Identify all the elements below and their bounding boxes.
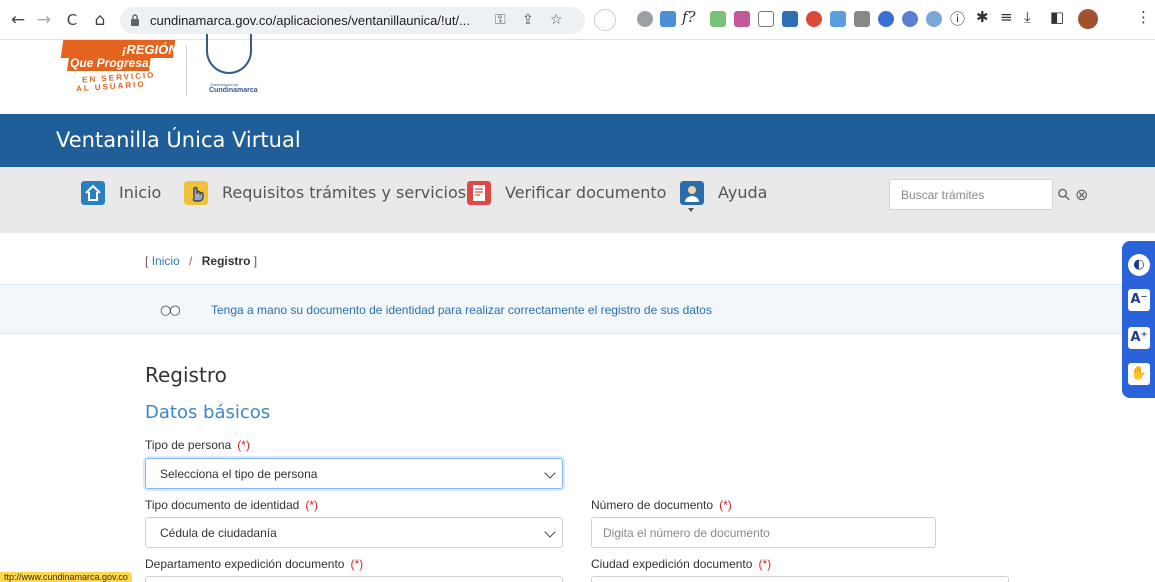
gobernacion-logo: Gobernación de Cundinamarca (198, 34, 260, 100)
back-arrow-icon[interactable]: ← (8, 10, 28, 30)
help-person-icon (680, 181, 704, 205)
tipo-documento-label: Tipo documento de identidad (*) (145, 498, 318, 512)
reading-list-icon[interactable]: ≡ (1000, 8, 1013, 26)
logo-divider (186, 46, 187, 96)
tipo-persona-select[interactable]: Selecciona el tipo de persona (145, 458, 563, 489)
settings-extension-icon[interactable] (637, 11, 653, 27)
sign-language-icon[interactable]: ✋ (1128, 363, 1150, 385)
info-message: Tenga a mano su documento de identidad p… (211, 303, 712, 317)
money-extension-icon[interactable] (806, 11, 822, 27)
departamento-label: Departamento expedición documento (*) (145, 557, 363, 571)
av-extension-icon[interactable] (902, 11, 918, 27)
hand-pointer-icon (184, 181, 208, 205)
field-label-text: Ciudad expedición documento (591, 557, 753, 571)
breadcrumb: [ Inicio / Registro ] (145, 254, 257, 268)
app-header: Ventanilla Única Virtual (0, 114, 1155, 167)
section-title: Datos básicos (145, 402, 271, 423)
info-banner: ○○ Tenga a mano su documento de identida… (0, 284, 1155, 334)
breadcrumb-separator: / (189, 254, 193, 268)
address-bar[interactable]: cundinamarca.gov.co/aplicaciones/ventani… (120, 7, 585, 34)
field-label-text: Tipo documento de identidad (145, 498, 300, 512)
pen-extension-icon[interactable] (594, 9, 616, 31)
reload-icon[interactable]: C (62, 10, 82, 30)
select-value: Selecciona el tipo de persona (160, 467, 318, 481)
menu-item-label: Ayuda (718, 183, 768, 202)
chevron-down-icon (544, 526, 556, 538)
app-title: Ventanilla Única Virtual (56, 128, 301, 152)
breadcrumb-bracket: ] (253, 254, 258, 268)
lock-icon (131, 14, 139, 26)
browser-menu-icon[interactable]: ⋮ (1136, 8, 1151, 26)
glasses-icon: ○○ (160, 303, 181, 318)
translate-extension-icon[interactable] (660, 11, 676, 27)
numero-documento-label: Número de documento (*) (591, 498, 732, 512)
tipo-persona-label: Tipo de persona (*) (145, 438, 250, 452)
menu-item-label: Verificar documento (505, 183, 667, 202)
chevron-down-icon (544, 467, 556, 479)
contrast-icon[interactable]: ◐ (1128, 254, 1150, 276)
search-input[interactable] (889, 179, 1053, 210)
info-extension-icon[interactable]: ⓘ (950, 8, 965, 29)
home-icon[interactable]: ⌂ (90, 10, 110, 30)
accessibility-panel: ◐ A⁻ A⁺ ✋ (1122, 241, 1155, 398)
bookmark-star-icon[interactable]: ☆ (550, 12, 563, 28)
side-panel-icon[interactable]: ◧ (1050, 8, 1064, 26)
camera-extension-icon[interactable] (758, 11, 774, 27)
region-que-progresa-logo: ¡REGIÓN Que Progresa! EN SERVICIO AL USU… (60, 40, 178, 104)
field-label-text: Tipo de persona (145, 438, 232, 452)
browser-status-bar: ttp://www.cundinamarca.gov.co (0, 572, 132, 582)
tipo-documento-select[interactable]: Cédula de ciudadanía (145, 517, 563, 548)
field-label-text: Número de documento (591, 498, 714, 512)
breadcrumb-current: Registro (201, 254, 251, 268)
font-decrease-button[interactable]: A⁻ (1128, 289, 1150, 311)
globe-extension-icon[interactable] (926, 11, 942, 27)
required-mark: (*) (719, 498, 732, 512)
logo-text: Cundinamarca (209, 87, 258, 94)
edit-extension-icon[interactable] (830, 11, 846, 27)
forward-arrow-icon[interactable]: → (34, 10, 54, 30)
formula-extension-icon[interactable]: f? (682, 8, 696, 26)
screenshot-extension-icon[interactable] (782, 11, 798, 27)
main-menu: Inicio Requisitos trámites y servicios V… (0, 167, 1155, 233)
logo-text: Que Progresa! (70, 56, 153, 70)
photo-extension-icon[interactable] (734, 11, 750, 27)
menu-item-label: Requisitos trámites y servicios (222, 183, 467, 202)
menu-item-label: Inicio (119, 183, 162, 202)
breadcrumb-bracket: [ (145, 254, 149, 268)
required-mark: (*) (758, 557, 772, 571)
extensions-puzzle-icon[interactable]: ✱ (976, 8, 989, 26)
blue-circle-extension-icon[interactable] (878, 11, 894, 27)
share-icon[interactable]: ⇪ (522, 12, 534, 28)
document-check-icon (467, 181, 491, 205)
search-icon[interactable]: ⚲ (1053, 184, 1075, 206)
field-label-text: Departamento expedición documento (145, 557, 345, 571)
menu-item-ayuda[interactable]: Ayuda (680, 181, 770, 212)
browser-toolbar: ← → C ⌂ cundinamarca.gov.co/aplicaciones… (0, 0, 1155, 40)
profile-avatar[interactable] (1078, 9, 1098, 29)
clear-search-icon[interactable]: ⊗ (1075, 185, 1088, 204)
font-increase-button[interactable]: A⁺ (1128, 327, 1150, 349)
menu-item-verificar[interactable]: Verificar documento (467, 181, 667, 211)
ciudad-select[interactable] (591, 576, 1009, 582)
home-icon (81, 181, 105, 205)
required-mark: (*) (237, 438, 250, 452)
required-mark: (*) (350, 557, 364, 571)
menu-item-inicio[interactable]: Inicio (81, 181, 171, 211)
coat-of-arms-icon (206, 34, 252, 74)
key-icon[interactable]: ⚿ (495, 12, 506, 28)
select-value: Cédula de ciudadanía (160, 526, 277, 540)
departamento-select[interactable] (145, 576, 563, 582)
ciudad-label: Ciudad expedición documento (*) (591, 557, 771, 571)
chevron-down-icon (688, 208, 694, 212)
menu-item-requisitos[interactable]: Requisitos trámites y servicios (184, 181, 466, 211)
sheet-extension-icon[interactable] (710, 11, 726, 27)
breadcrumb-home-link[interactable]: Inicio (152, 254, 180, 268)
required-mark: (*) (305, 498, 319, 512)
url-text[interactable]: cundinamarca.gov.co/aplicaciones/ventani… (150, 13, 470, 28)
download-icon[interactable]: ⤓ (1024, 8, 1031, 26)
page-title: Registro (145, 363, 227, 387)
logo-text: ¡REGIÓN (122, 42, 178, 57)
tool-extension-icon[interactable] (854, 11, 870, 27)
numero-documento-input[interactable] (591, 517, 936, 548)
